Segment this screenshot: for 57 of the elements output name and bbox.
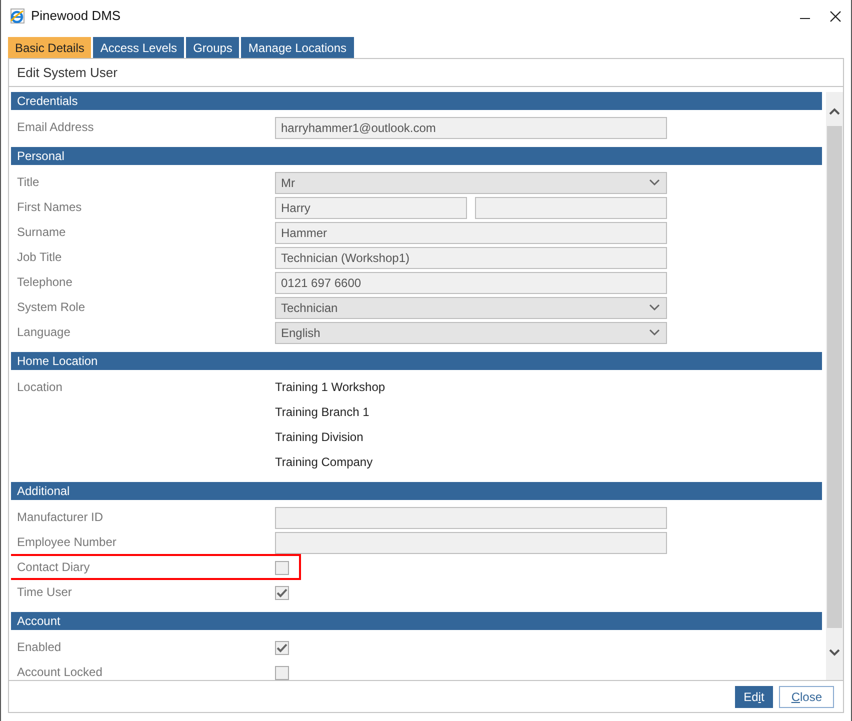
- close-button[interactable]: Close: [779, 686, 834, 708]
- tab[interactable]: Basic Details: [8, 37, 92, 58]
- checkbox[interactable]: [275, 640, 289, 654]
- close-icon[interactable]: [830, 10, 841, 22]
- field-label: Surname: [16, 224, 67, 241]
- field-label: Email Address: [16, 119, 95, 136]
- text-field[interactable]: Hammer: [275, 222, 667, 244]
- text-field[interactable]: [275, 506, 667, 528]
- chevron-down-icon: [649, 329, 660, 336]
- section-header: Home Location: [11, 352, 822, 370]
- section-header: Credentials: [11, 92, 822, 110]
- field-label: Time User: [16, 584, 73, 601]
- scrollbar[interactable]: [826, 92, 843, 680]
- field-label: Job Title: [16, 249, 63, 266]
- dropdown[interactable]: English: [275, 322, 667, 344]
- location-text: Training Division: [275, 429, 364, 446]
- section-header: Account: [11, 612, 822, 630]
- section-header: Personal: [11, 147, 822, 165]
- checkbox[interactable]: [275, 586, 289, 600]
- dropdown[interactable]: Mr: [275, 172, 667, 194]
- window-title: Pinewood DMS: [31, 7, 121, 26]
- field-label: Location: [16, 379, 64, 396]
- location-text: Training Branch 1: [275, 404, 370, 421]
- field-label: Employee Number: [16, 534, 118, 551]
- text-field[interactable]: [275, 532, 667, 554]
- field-label: Manufacturer ID: [16, 509, 104, 526]
- browser-icon: [9, 8, 25, 24]
- text-field[interactable]: Technician (Workshop1): [275, 246, 667, 268]
- scroll-down-icon[interactable]: [829, 649, 840, 656]
- checkbox[interactable]: [275, 666, 289, 680]
- field-label: Telephone: [16, 274, 74, 291]
- tab[interactable]: Groups: [186, 37, 240, 58]
- edit-button[interactable]: Edit: [734, 686, 774, 708]
- scroll-up-icon[interactable]: [829, 108, 840, 115]
- checkbox[interactable]: [275, 560, 289, 574]
- section-header: Additional: [11, 482, 822, 500]
- field-label: Contact Diary: [16, 559, 91, 576]
- scroll-thumb[interactable]: [827, 126, 842, 628]
- location-text: Training 1 Workshop: [275, 379, 386, 396]
- panel-title: Edit System User: [17, 64, 118, 82]
- field-label: Language: [16, 324, 72, 341]
- text-field[interactable]: Harry: [275, 196, 467, 218]
- location-text: Training Company: [275, 454, 374, 471]
- field-label: Enabled: [16, 639, 62, 656]
- dropdown[interactable]: Technician: [275, 296, 667, 318]
- field-label: System Role: [16, 299, 86, 316]
- chevron-down-icon: [649, 304, 660, 311]
- text-field[interactable]: [475, 196, 667, 218]
- minimize-icon[interactable]: [800, 18, 810, 20]
- field-label: Title: [16, 174, 40, 191]
- field-label: First Names: [16, 199, 83, 216]
- text-field[interactable]: 0121 697 6600: [275, 272, 667, 294]
- tab[interactable]: Access Levels: [93, 37, 184, 58]
- chevron-down-icon: [649, 179, 660, 186]
- field-label: Account Locked: [16, 664, 104, 680]
- tab[interactable]: Manage Locations: [241, 37, 354, 58]
- text-field[interactable]: harryhammer1@outlook.com: [275, 116, 667, 138]
